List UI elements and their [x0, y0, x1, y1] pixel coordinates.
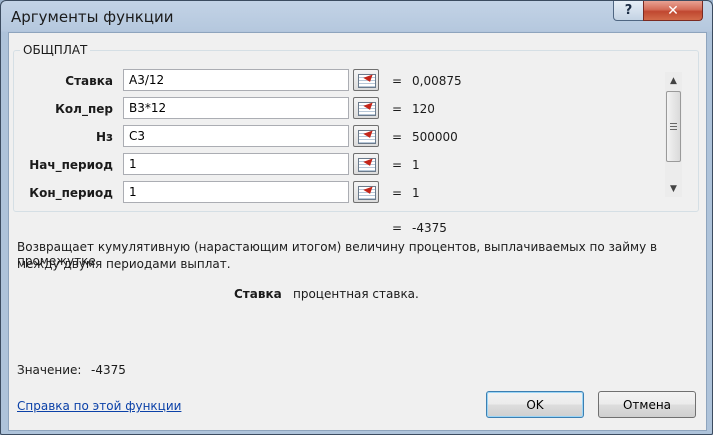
equals-sign: =	[392, 74, 403, 88]
equals-sign: =	[392, 158, 403, 172]
function-description-line2: между двумя периодами выплат.	[17, 257, 231, 271]
scroll-down-arrow-icon[interactable]: ▼	[665, 180, 682, 197]
function-arguments-dialog: Аргументы функции ? ✕ ОБЩПЛАТ Ставка = 0…	[0, 0, 713, 435]
arg-label-kon-period: Кон_период	[29, 186, 113, 200]
result-equals-sign: =	[392, 221, 403, 235]
window-title: Аргументы функции	[11, 8, 174, 26]
equals-sign: =	[392, 102, 403, 116]
arg-value-nz: 500000	[412, 130, 458, 144]
arg-label-nach-period: Нач_период	[29, 158, 113, 172]
collapse-dialog-button[interactable]	[353, 69, 379, 91]
arguments-scrollbar[interactable]: ▲ ▼	[665, 72, 682, 197]
collapse-dialog-button[interactable]	[353, 97, 379, 119]
grip-icon	[670, 123, 677, 130]
arg-value-nach-period: 1	[412, 158, 420, 172]
arg-value-stavka: 0,00875	[412, 74, 462, 88]
function-name: ОБЩПЛАТ	[20, 43, 91, 57]
equals-sign: =	[392, 130, 403, 144]
close-button[interactable]: ✕	[643, 1, 703, 21]
arg-input-kol-per[interactable]	[123, 97, 349, 119]
formula-value-label: Значение:	[17, 363, 82, 377]
arg-label-nz: Нз	[95, 130, 113, 144]
dialog-body: ОБЩПЛАТ Ставка = 0,00875 Кол_пер = 120 Н…	[8, 32, 707, 431]
function-result: -4375	[412, 221, 447, 235]
help-button[interactable]: ?	[613, 1, 644, 21]
title-bar[interactable]: Аргументы функции ? ✕	[1, 1, 712, 33]
arg-input-kon-period[interactable]	[123, 181, 349, 203]
ok-button[interactable]: OK	[486, 391, 584, 418]
collapse-dialog-button[interactable]	[353, 125, 379, 147]
equals-sign: =	[392, 186, 403, 200]
arg-input-nach-period[interactable]	[123, 153, 349, 175]
collapse-dialog-button[interactable]	[353, 153, 379, 175]
arg-help-name: Ставка	[234, 287, 282, 301]
collapse-dialog-button[interactable]	[353, 181, 379, 203]
formula-value: -4375	[91, 363, 126, 377]
cancel-button[interactable]: Отмена	[598, 391, 696, 418]
arg-input-nz[interactable]	[123, 125, 349, 147]
scroll-up-arrow-icon[interactable]: ▲	[665, 72, 682, 89]
arg-label-kol-per: Кол_пер	[55, 102, 113, 116]
arg-help-text: процентная ставка.	[293, 287, 419, 301]
arg-value-kon-period: 1	[412, 186, 420, 200]
arg-label-stavka: Ставка	[65, 74, 113, 88]
function-help-link[interactable]: Справка по этой функции	[17, 399, 181, 413]
scroll-thumb[interactable]	[666, 91, 681, 162]
arg-input-stavka[interactable]	[123, 69, 349, 91]
arg-value-kol-per: 120	[412, 102, 435, 116]
